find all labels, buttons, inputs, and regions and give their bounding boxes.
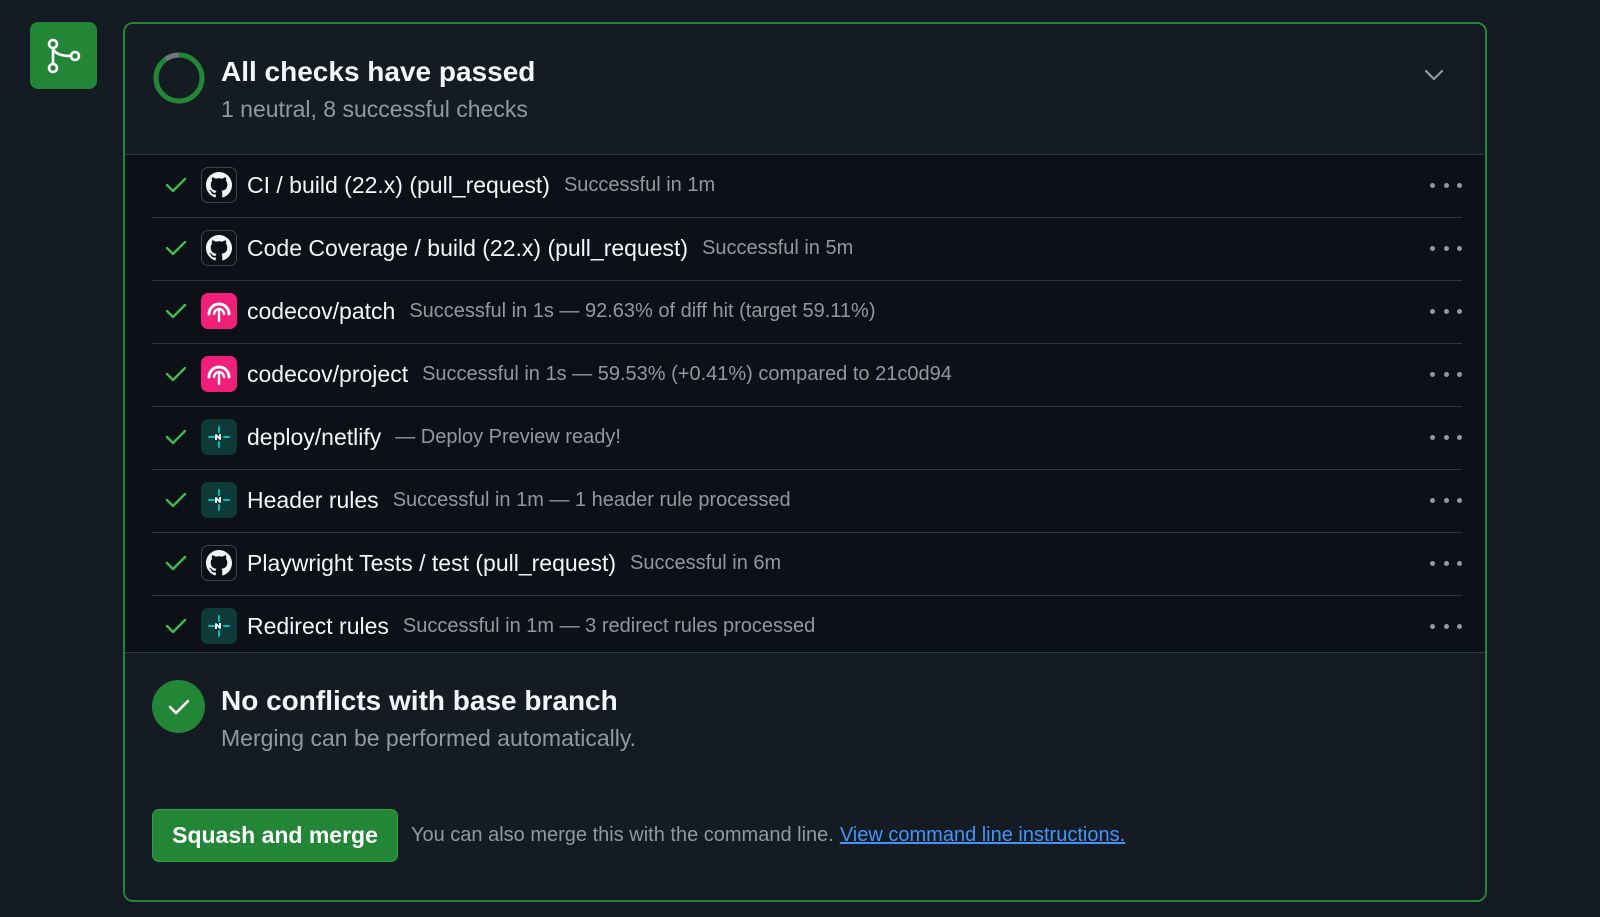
github-logo-icon <box>201 167 237 203</box>
checks-list: CI / build (22.x) (pull_request) Successf… <box>152 155 1462 658</box>
command-line-note: You can also merge this with the command… <box>411 824 1125 847</box>
checks-summary: 1 neutral, 8 successful checks <box>221 96 528 122</box>
check-description: Successful in 1m <box>563 174 716 196</box>
chevron-down-icon[interactable] <box>1423 68 1445 82</box>
check-description: Successful in 6m <box>630 552 782 574</box>
check-icon <box>165 366 187 382</box>
check-row: deploy/netlify — Deploy Preview ready! <box>152 407 1462 470</box>
github-logo-icon <box>201 545 237 581</box>
checks-title: All checks have passed <box>221 56 536 87</box>
check-description: Successful in 1s — 92.63% of diff hit (t… <box>409 300 876 322</box>
checks-header[interactable]: All checks have passed 1 neutral, 8 succ… <box>125 24 1485 155</box>
check-name[interactable]: Code Coverage / build (22.x) (pull_reque… <box>247 235 688 262</box>
check-description: Successful in 1s — 59.53% (+0.41%) compa… <box>422 363 952 385</box>
check-name[interactable]: codecov/patch <box>247 298 395 325</box>
check-row: codecov/patch Successful in 1s — 92.63% o… <box>152 281 1462 344</box>
check-description: Successful in 1m — 3 redirect rules proc… <box>402 615 816 637</box>
check-name[interactable]: CI / build (22.x) (pull_request) <box>247 172 550 199</box>
more-options-icon[interactable] <box>1430 425 1462 449</box>
check-icon <box>165 429 187 445</box>
check-row: Code Coverage / build (22.x) (pull_reque… <box>152 218 1462 281</box>
git-merge-icon <box>47 38 80 73</box>
check-text: CI / build (22.x) (pull_request) Successf… <box>247 155 715 216</box>
merge-box: All checks have passed 1 neutral, 8 succ… <box>123 22 1487 902</box>
check-circle-icon <box>152 680 205 733</box>
merge-badge <box>30 22 97 89</box>
squash-and-merge-button[interactable]: Squash and merge <box>152 809 398 862</box>
check-text: Redirect rules Successful in 1m — 3 redir… <box>247 596 815 657</box>
netlify-logo-icon <box>201 482 237 518</box>
check-description: — Deploy Preview ready! <box>395 426 621 448</box>
check-row: Header rules Successful in 1m — 1 header … <box>152 470 1462 533</box>
check-icon <box>165 492 187 508</box>
codecov-logo-icon <box>201 356 237 392</box>
more-options-icon[interactable] <box>1430 173 1462 197</box>
check-text: codecov/patch Successful in 1s — 92.63% o… <box>247 281 876 342</box>
more-options-icon[interactable] <box>1430 488 1462 512</box>
github-logo-icon <box>201 230 237 266</box>
more-options-icon[interactable] <box>1430 614 1462 638</box>
merge-footer: Squash and merge You can also merge this… <box>125 781 1485 900</box>
more-options-icon[interactable] <box>1430 362 1462 386</box>
check-icon <box>165 240 187 256</box>
check-text: deploy/netlify — Deploy Preview ready! <box>247 407 621 468</box>
check-icon <box>165 303 187 319</box>
check-name[interactable]: Header rules <box>247 487 379 514</box>
command-line-text: You can also merge this with the command… <box>411 824 834 846</box>
codecov-logo-icon <box>201 293 237 329</box>
check-description: Successful in 1m — 1 header rule process… <box>392 489 791 511</box>
check-icon <box>165 177 187 193</box>
check-name[interactable]: codecov/project <box>247 361 408 388</box>
more-options-icon[interactable] <box>1430 299 1462 323</box>
check-row: Playwright Tests / test (pull_request) Su… <box>152 533 1462 596</box>
conflicts-section: No conflicts with base branch Merging ca… <box>125 652 1485 782</box>
check-text: Playwright Tests / test (pull_request) Su… <box>247 533 781 594</box>
progress-ring-icon <box>153 52 205 104</box>
check-text: Code Coverage / build (22.x) (pull_reque… <box>247 218 853 279</box>
netlify-logo-icon <box>201 419 237 455</box>
check-description: Successful in 5m <box>702 237 854 259</box>
check-name[interactable]: Playwright Tests / test (pull_request) <box>247 550 616 577</box>
conflicts-title: No conflicts with base branch <box>221 685 618 716</box>
check-name[interactable]: Redirect rules <box>247 613 389 640</box>
check-text: codecov/project Successful in 1s — 59.53%… <box>247 344 952 405</box>
more-options-icon[interactable] <box>1430 551 1462 575</box>
check-text: Header rules Successful in 1m — 1 header … <box>247 470 791 531</box>
more-options-icon[interactable] <box>1430 236 1462 260</box>
check-name[interactable]: deploy/netlify <box>247 424 381 451</box>
check-icon <box>165 555 187 571</box>
check-icon <box>165 618 187 634</box>
netlify-logo-icon <box>201 608 237 644</box>
check-row: codecov/project Successful in 1s — 59.53%… <box>152 344 1462 407</box>
check-row: CI / build (22.x) (pull_request) Successf… <box>152 155 1462 218</box>
command-line-instructions-link[interactable]: View command line instructions. <box>840 824 1125 846</box>
conflicts-subtitle: Merging can be performed automatically. <box>221 725 637 751</box>
check-row: Redirect rules Successful in 1m — 3 redir… <box>152 596 1462 658</box>
